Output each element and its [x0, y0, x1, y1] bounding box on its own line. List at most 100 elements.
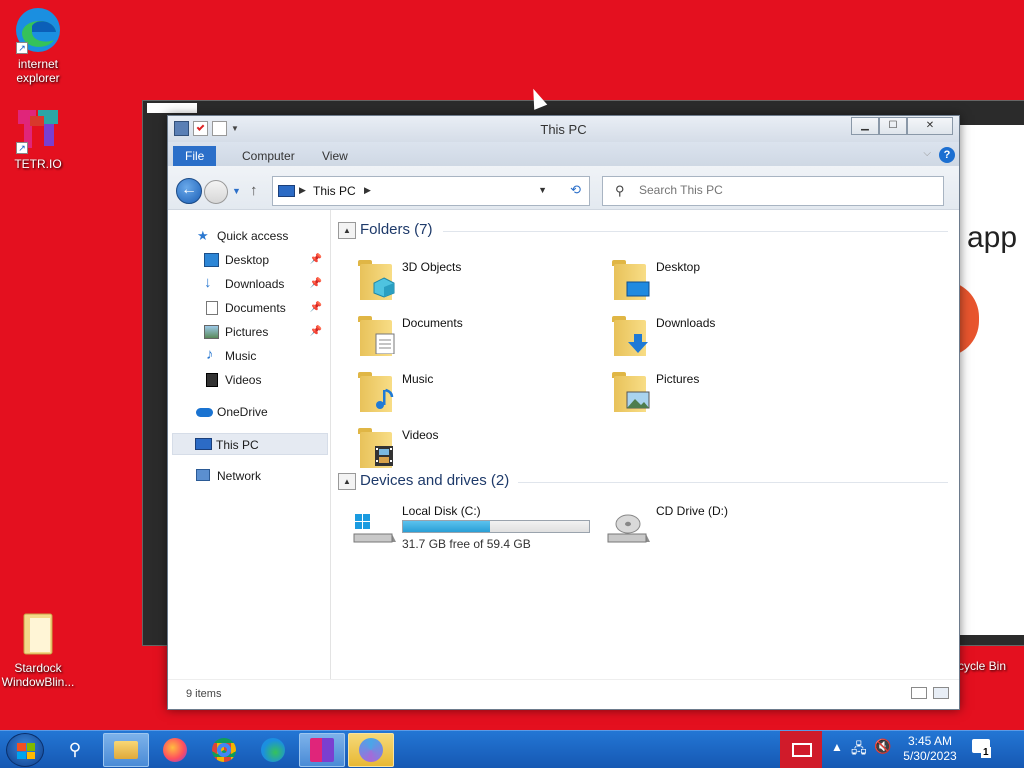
- pictures-folder-icon: [612, 370, 652, 414]
- drive-local-disk-c[interactable]: Local Disk (C:) 31.7 GB free of 59.4 GB: [352, 502, 602, 552]
- recycle-bin-label[interactable]: cycle Bin: [958, 659, 1006, 673]
- folder-label: Desktop: [656, 260, 701, 274]
- taskbar-firefox[interactable]: [152, 733, 198, 767]
- search-box[interactable]: ⚲: [602, 176, 944, 206]
- desktop-icon-internet-explorer[interactable]: ↗ internet explorer: [0, 6, 76, 85]
- group-title: Folders (7): [360, 221, 433, 238]
- close-button[interactable]: ✕: [907, 117, 953, 135]
- sidebar-item-downloads[interactable]: ↓ Downloads 📌: [168, 273, 328, 295]
- maximize-button[interactable]: ☐: [879, 117, 907, 135]
- sidebar-item-label: Music: [225, 349, 257, 363]
- pin-icon[interactable]: 📌: [310, 273, 322, 295]
- taskbar-edge[interactable]: [250, 733, 296, 767]
- pin-icon[interactable]: 📌: [310, 321, 322, 343]
- sidebar-item-onedrive[interactable]: OneDrive: [168, 401, 328, 423]
- expand-ribbon-icon[interactable]: ⌵: [923, 148, 931, 159]
- sidebar-item-pictures[interactable]: Pictures 📌: [168, 321, 328, 343]
- folder-label: Music: [402, 372, 434, 386]
- desktop-icon-tetrio[interactable]: ↗ TETR.IO: [0, 106, 76, 171]
- collapse-icon[interactable]: ▲: [338, 222, 356, 239]
- up-arrow-icon[interactable]: ↑: [250, 182, 258, 199]
- navigation-pane: ★ Quick access Desktop 📌 ↓ Downloads 📌 D…: [168, 210, 331, 680]
- videos-icon: [206, 373, 218, 387]
- tab-view[interactable]: View: [310, 146, 360, 166]
- desktop-icon-stardock[interactable]: Stardock WindowBlin...: [0, 610, 76, 689]
- devices-group-header[interactable]: ▲ Devices and drives (2): [338, 471, 948, 493]
- folder-pictures[interactable]: Pictures: [610, 370, 860, 418]
- address-bar[interactable]: ▶ This PC ▶ ▼ ⟲: [272, 176, 590, 206]
- action-center-button[interactable]: 1: [972, 739, 992, 759]
- drive-cd-d[interactable]: CD Drive (D:): [606, 502, 856, 552]
- folder-documents[interactable]: Documents: [356, 314, 606, 362]
- minimize-button[interactable]: ▁: [851, 117, 879, 135]
- breadcrumb-chevron-icon[interactable]: ▶: [299, 185, 306, 196]
- start-button[interactable]: [6, 733, 44, 767]
- volume-muted-icon[interactable]: 🔇: [874, 738, 891, 755]
- folder-3d-objects[interactable]: 3D Objects: [356, 258, 606, 306]
- clock-time: 3:45 AM: [907, 734, 953, 748]
- sidebar-item-videos[interactable]: Videos: [168, 369, 328, 391]
- search-taskbar-button[interactable]: ⚲: [52, 733, 98, 767]
- network-icon: [196, 469, 210, 481]
- cloud-icon: [196, 408, 213, 417]
- clock-date: 5/30/2023: [903, 749, 957, 763]
- news-icon: [792, 743, 812, 757]
- background-window-pane: [955, 125, 1024, 635]
- title-bar[interactable]: ▼ This PC ▁ ☐ ✕: [168, 116, 959, 142]
- large-icons-view-icon[interactable]: [933, 687, 949, 699]
- forward-button[interactable]: [204, 180, 228, 204]
- content-pane: ▲ Folders (7) 3D Objects Desktop Documen…: [332, 210, 959, 680]
- folder-label: Pictures: [656, 372, 700, 386]
- sidebar-item-music[interactable]: ♪ Music: [168, 345, 328, 367]
- sidebar-item-label: OneDrive: [217, 405, 268, 419]
- sidebar-item-this-pc[interactable]: This PC: [172, 433, 328, 455]
- folder-icon: [14, 610, 62, 658]
- collapse-icon[interactable]: ▲: [338, 473, 356, 490]
- show-hidden-icons-button[interactable]: ▲: [831, 740, 843, 754]
- sidebar-item-label: Downloads: [225, 277, 285, 291]
- group-divider: [518, 482, 948, 483]
- windows-logo-icon: [17, 743, 35, 759]
- network-icon[interactable]: 🖧: [851, 738, 867, 762]
- tab-file[interactable]: File: [173, 146, 217, 166]
- refresh-icon[interactable]: ⟲: [570, 182, 581, 198]
- sidebar-item-label: This PC: [216, 438, 259, 452]
- back-button[interactable]: ←: [176, 178, 202, 204]
- folder-desktop[interactable]: Desktop: [610, 258, 860, 306]
- folder-videos[interactable]: Videos: [356, 426, 606, 474]
- firefox-icon: [163, 738, 187, 762]
- details-view-icon[interactable]: [911, 687, 927, 699]
- tab-computer[interactable]: Computer: [230, 146, 307, 166]
- notification-count: 1: [981, 747, 991, 758]
- sidebar-item-quick-access[interactable]: ★ Quick access: [168, 225, 328, 247]
- folder-music[interactable]: Music: [356, 370, 606, 418]
- desktop-icon: [204, 253, 219, 267]
- folders-group-header[interactable]: ▲ Folders (7): [338, 220, 948, 242]
- sidebar-item-documents[interactable]: Documents 📌: [168, 297, 328, 319]
- tetrio-icon: ↗: [14, 106, 62, 154]
- taskbar-tetrio[interactable]: [299, 733, 345, 767]
- file-explorer-window[interactable]: ▼ This PC ▁ ☐ ✕ File Computer View ⌵ ? ←…: [167, 115, 960, 710]
- address-location[interactable]: This PC: [313, 184, 356, 198]
- sidebar-item-network[interactable]: Network: [168, 465, 328, 487]
- download-icon: ↓: [204, 274, 212, 291]
- pin-icon[interactable]: 📌: [310, 249, 322, 271]
- edge-icon: [261, 738, 285, 762]
- help-icon[interactable]: ?: [939, 147, 955, 163]
- group-title: Devices and drives (2): [360, 472, 510, 489]
- ribbon: File Computer View ⌵ ?: [168, 142, 959, 166]
- news-widget-button[interactable]: [780, 731, 822, 768]
- breadcrumb-chevron-icon[interactable]: ▶: [364, 185, 371, 196]
- recent-locations-icon[interactable]: ▼: [232, 186, 241, 196]
- address-dropdown-icon[interactable]: ▼: [538, 185, 547, 195]
- pin-icon[interactable]: 📌: [310, 297, 322, 319]
- taskbar-file-explorer[interactable]: [103, 733, 149, 767]
- taskbar-chrome[interactable]: [201, 733, 247, 767]
- system-clock[interactable]: 3:45 AM 5/30/2023: [898, 734, 962, 764]
- videos-folder-icon: [358, 426, 398, 470]
- search-input[interactable]: [639, 183, 929, 197]
- taskbar-photos[interactable]: [348, 733, 394, 767]
- folder-downloads[interactable]: Downloads: [610, 314, 860, 362]
- sidebar-item-desktop[interactable]: Desktop 📌: [168, 249, 328, 271]
- this-pc-icon: [278, 185, 295, 197]
